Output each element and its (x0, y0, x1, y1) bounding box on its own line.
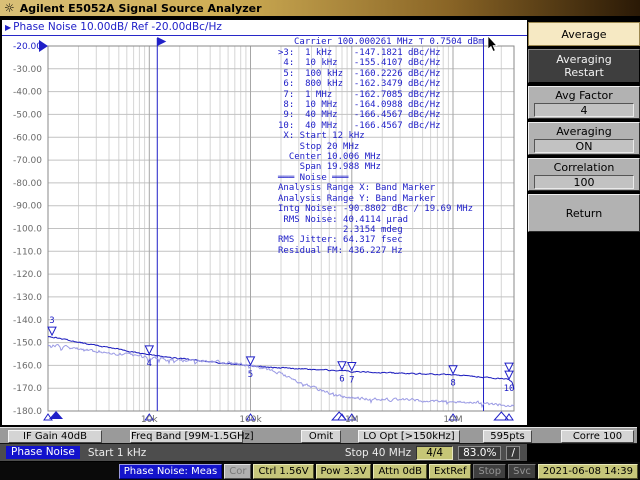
svg-text:-180.0: -180.0 (13, 407, 42, 417)
averaging-state-value: ON (534, 138, 634, 153)
avg-factor-value: 4 (534, 102, 634, 117)
sweep-status-cluster: Stop 40 MHz 4/4 83.0% / (344, 445, 520, 460)
svg-text:10M: 10M (443, 415, 462, 425)
softkey-omit[interactable]: Omit (301, 430, 341, 443)
svg-text:1M: 1M (345, 415, 359, 425)
sun-icon: ☼ (4, 1, 15, 15)
status-ctrl-1-56v: Ctrl 1.56V (253, 463, 314, 479)
svg-text:4: 4 (147, 359, 152, 369)
marker-readout: >3: 1 kHz -147.1821 dBc/Hz 4: 10 kHz -15… (278, 48, 474, 256)
svg-text:7: 7 (349, 376, 354, 386)
averaging-restart-line1: Averaging (556, 53, 612, 66)
return-label: Return (565, 206, 603, 220)
svg-text:8: 8 (450, 379, 455, 389)
svg-text:100k: 100k (239, 415, 262, 425)
trace-header[interactable]: ▶ Phase Noise 10.00dB/ Ref -20.00dBc/Hz (2, 20, 527, 36)
setup-softkey-bar: IF Gain 40dB Freq Band [99M-1.5GHz] Omit LO… (0, 427, 637, 444)
status-attn-0db: Attn 0dB (373, 463, 428, 479)
status-cor: Cor (224, 463, 252, 479)
softkey-sidebar: Average Averaging Restart Avg Factor 4 A… (528, 22, 640, 232)
svg-text:10: 10 (504, 384, 515, 394)
trace-select-arrow-icon: ▶ (5, 23, 12, 32)
graph-panel: 3 4 5 6 7 8 10 -20.00 -30.00 -40.00 -50.00 -60.00 -7… (2, 20, 527, 425)
status-svc: Svc (508, 463, 536, 479)
correlation-button[interactable]: Correlation 100 (528, 158, 640, 191)
mouse-cursor-icon (487, 36, 498, 52)
return-button[interactable]: Return (528, 194, 640, 232)
svg-text:-50.00: -50.00 (13, 110, 42, 120)
average-count-badge: 4/4 (416, 445, 454, 460)
trace-select-chip[interactable]: Phase Noise (6, 446, 80, 459)
status-stop: Stop (473, 463, 507, 479)
window-titlebar: ☼ Agilent E5052A Signal Source Analyzer (0, 0, 640, 16)
softkey-595pts[interactable]: 595pts (483, 430, 532, 443)
instrument-screen: ☼ Agilent E5052A Signal Source Analyzer … (0, 0, 640, 480)
sweep-spinner: / (506, 445, 520, 460)
sidebar-title: Average (528, 22, 640, 46)
status-pow-3-3v: Pow 3.3V (315, 463, 372, 479)
progress-percent: 83.0% (458, 445, 502, 460)
averaging-toggle-button[interactable]: Averaging ON (528, 122, 640, 155)
averaging-restart-line2: Restart (564, 66, 604, 79)
svg-text:-160.0: -160.0 (13, 361, 42, 371)
avg-factor-button[interactable]: Avg Factor 4 (528, 86, 640, 119)
svg-text:-60.00: -60.00 (13, 133, 42, 143)
svg-text:-30.00: -30.00 (13, 65, 42, 75)
sweep-start-label: Start 1 kHz (87, 446, 147, 459)
svg-text:-80.00: -80.00 (13, 179, 42, 189)
avg-factor-label: Avg Factor (555, 88, 613, 102)
status-2021-06-08-14-39: 2021-06-08 14:39 (537, 463, 638, 479)
svg-text:-20.00: -20.00 (13, 42, 42, 52)
svg-text:-90.00: -90.00 (13, 202, 42, 212)
averaging-restart-button[interactable]: Averaging Restart (528, 49, 640, 83)
averaging-label: Averaging (556, 124, 612, 138)
softkey-corre-100[interactable]: Corre 100 (561, 430, 634, 443)
svg-text:-70.00: -70.00 (13, 156, 42, 166)
trace-header-label: Phase Noise 10.00dB/ Ref -20.00dBc/Hz (13, 21, 222, 33)
status-extref: ExtRef (429, 463, 472, 479)
svg-text:-100.0: -100.0 (13, 225, 42, 235)
svg-text:-40.00: -40.00 (13, 88, 42, 98)
svg-text:10k: 10k (141, 415, 158, 425)
softkey-if-gain-40db[interactable]: IF Gain 40dB (8, 430, 102, 443)
svg-text:5: 5 (248, 370, 253, 380)
svg-text:6: 6 (339, 375, 344, 385)
svg-text:-130.0: -130.0 (13, 293, 42, 303)
svg-text:-110.0: -110.0 (13, 247, 42, 257)
instrument-status-bar: Phase Noise: Meas Cor Ctrl 1.56V Pow 3.3V At… (0, 462, 640, 480)
svg-text:-150.0: -150.0 (13, 339, 42, 349)
status-phase-noise-meas: Phase Noise: Meas (118, 463, 223, 479)
measure-bar: Phase Noise Start 1 kHz Stop 40 MHz 4/4 … (0, 444, 527, 461)
softkey-freq-band-99m-1-5ghz[interactable]: Freq Band [99M-1.5GHz] (130, 430, 254, 443)
softkey-lo-opt-150khz[interactable]: LO Opt [>150kHz] (358, 430, 460, 443)
window-title: Agilent E5052A Signal Source Analyzer (19, 1, 262, 15)
svg-text:-170.0: -170.0 (13, 384, 42, 394)
svg-text:-140.0: -140.0 (13, 316, 42, 326)
correlation-label: Correlation (553, 160, 615, 174)
svg-text:3: 3 (49, 316, 54, 326)
sweep-stop-label: Stop 40 MHz (344, 446, 412, 459)
correlation-value: 100 (534, 174, 634, 189)
carrier-readout: Carrier 100.000261 MHz ⊤ 0.7504 dBm (294, 37, 484, 47)
svg-text:-120.0: -120.0 (13, 270, 42, 280)
